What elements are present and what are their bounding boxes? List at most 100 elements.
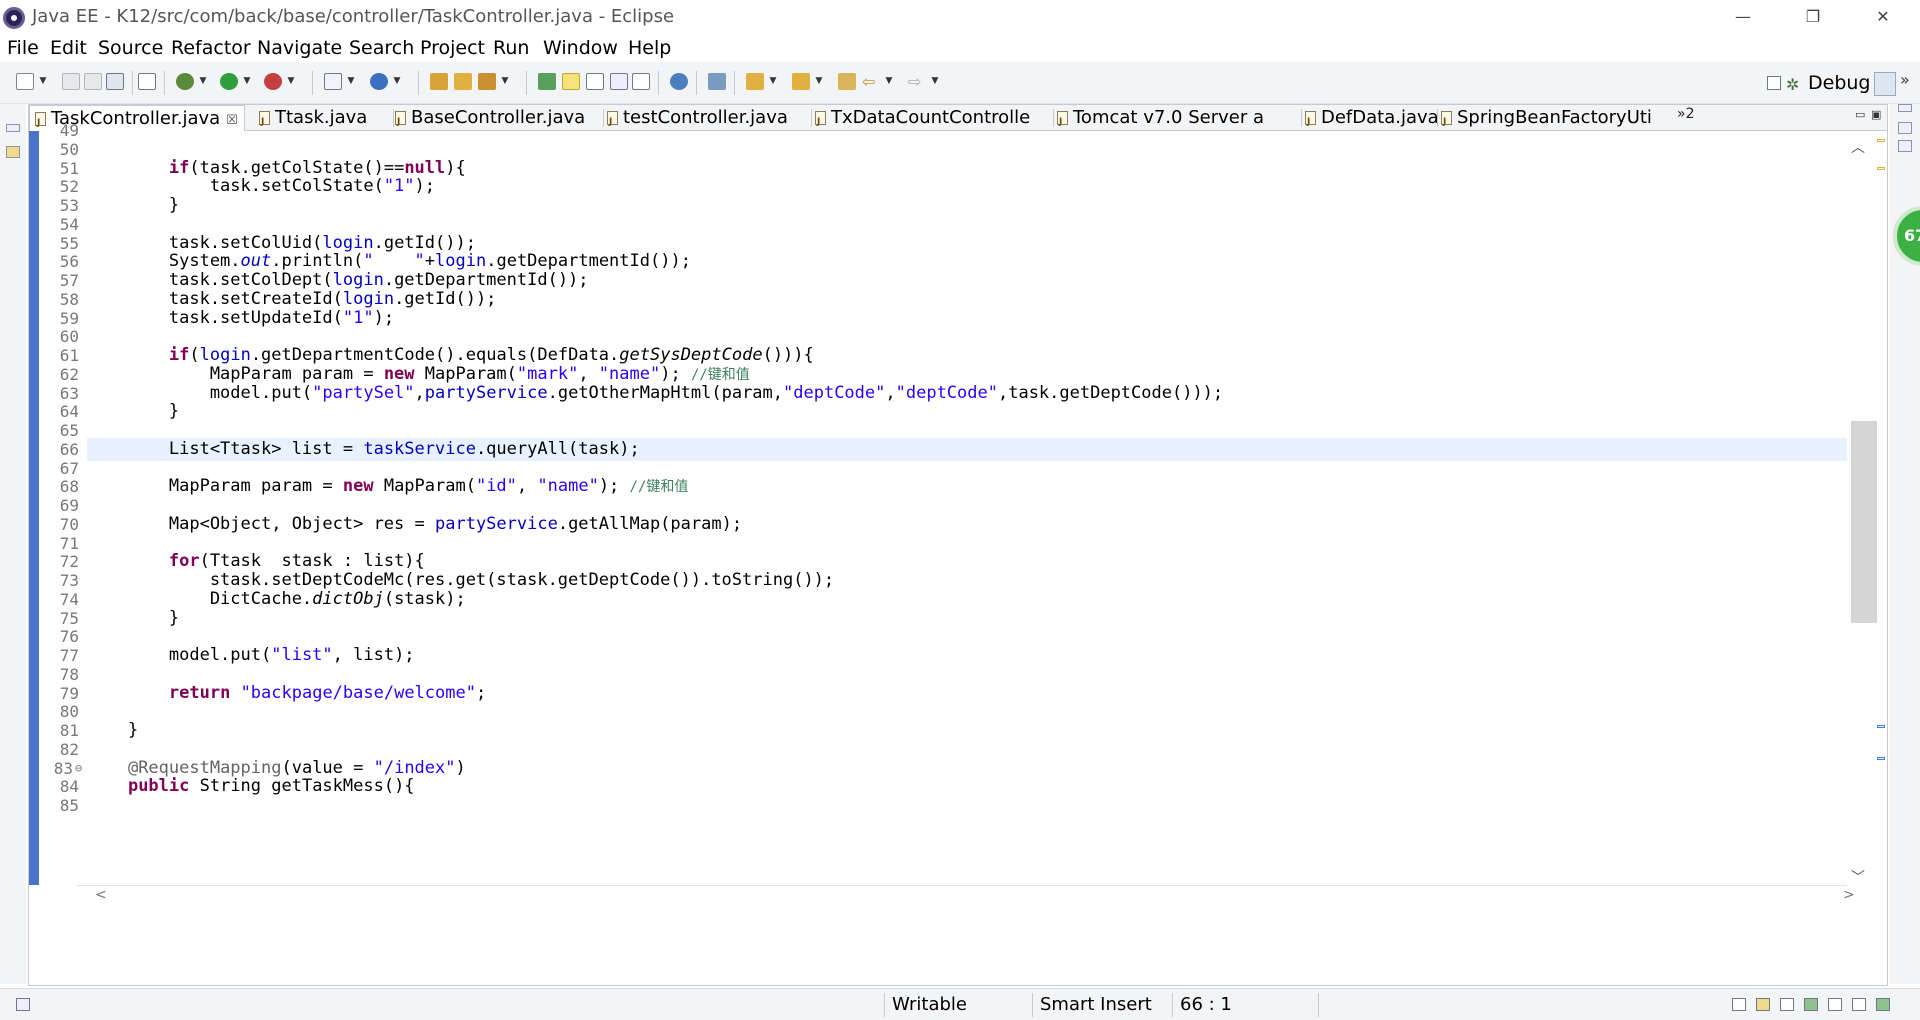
- restore-view-icon[interactable]: [1898, 104, 1912, 112]
- restore-view-icon[interactable]: [6, 124, 20, 132]
- java-ee-perspective-button[interactable]: [1874, 72, 1896, 96]
- globe-icon[interactable]: [670, 73, 688, 90]
- snippets-icon[interactable]: [1876, 998, 1890, 1011]
- close-button[interactable]: ✕: [1852, 0, 1914, 34]
- chevron-down-icon[interactable]: ▼: [930, 74, 940, 88]
- chevron-down-icon[interactable]: ▼: [884, 74, 894, 88]
- scroll-right-icon[interactable]: >: [1843, 887, 1855, 903]
- pilcrow-icon[interactable]: [632, 73, 650, 90]
- chevron-down-icon[interactable]: ▼: [392, 74, 402, 88]
- menu-run[interactable]: Run: [493, 37, 529, 59]
- overview-marker[interactable]: [1877, 725, 1885, 728]
- external-tools-icon[interactable]: [264, 73, 282, 90]
- minimize-button[interactable]: —: [1712, 0, 1774, 34]
- mark-occurrences-icon[interactable]: [562, 73, 580, 90]
- code-line[interactable]: [87, 794, 1885, 817]
- terminal-icon[interactable]: [138, 73, 156, 90]
- tab-springbeanfactoryutil[interactable]: SpringBeanFactoryUti: [1441, 105, 1667, 131]
- window-title: Java EE - K12/src/com/back/base/controll…: [32, 6, 675, 27]
- previous-annotation-icon[interactable]: [792, 73, 810, 90]
- menu-file[interactable]: File: [7, 37, 39, 59]
- toggle-breadcrumb-icon[interactable]: [538, 73, 556, 90]
- markers-icon[interactable]: [1804, 998, 1818, 1011]
- restore-button[interactable]: ❐: [1782, 0, 1844, 34]
- chevron-down-icon[interactable]: ▼: [346, 74, 356, 88]
- scroll-down-icon[interactable]: ﹀: [1851, 867, 1865, 887]
- outline-icon[interactable]: [1898, 122, 1912, 134]
- menu-source[interactable]: Source: [98, 37, 163, 59]
- scroll-up-icon[interactable]: ︿: [1851, 137, 1865, 157]
- open-resource-icon[interactable]: [454, 73, 472, 90]
- tab-tomcat-server[interactable]: Tomcat v7.0 Server a: [1057, 105, 1297, 131]
- new-server-icon[interactable]: [324, 73, 342, 90]
- publish-icon[interactable]: [708, 73, 726, 90]
- status-divider: [1318, 993, 1319, 1017]
- code-area[interactable]: if(task.getColState()==null){ task.setCo…: [87, 131, 1885, 885]
- toolbar-divider: [696, 71, 697, 95]
- close-icon[interactable]: ☒: [226, 113, 238, 128]
- overview-marker[interactable]: [1877, 139, 1885, 142]
- console-icon[interactable]: [1756, 998, 1770, 1011]
- chevron-down-icon[interactable]: ▼: [768, 74, 778, 88]
- tab-ttask-java[interactable]: Ttask.java: [259, 105, 389, 131]
- menu-bar: File Edit Source Refactor Navigate Searc…: [0, 34, 1920, 62]
- chevron-down-icon[interactable]: ▼: [500, 74, 510, 88]
- maximize-editor-icon[interactable]: ▣: [1871, 108, 1881, 121]
- restore-view-icon[interactable]: [1732, 998, 1746, 1011]
- show-whitespace-icon[interactable]: [610, 73, 628, 90]
- tab-txdatacountcontroller[interactable]: TxDataCountControlle: [815, 105, 1051, 131]
- fast-view-icon[interactable]: [16, 998, 30, 1011]
- last-edit-icon[interactable]: [838, 73, 856, 90]
- properties-icon[interactable]: [1828, 998, 1842, 1011]
- save-all-icon[interactable]: [84, 73, 102, 90]
- package-explorer-icon[interactable]: [6, 146, 20, 158]
- forward-icon[interactable]: ⇨: [908, 73, 926, 90]
- chevron-down-icon[interactable]: ▼: [814, 74, 824, 88]
- debug-perspective-button[interactable]: Debug: [1808, 72, 1870, 96]
- tab-label: TxDataCountControlle: [831, 107, 1031, 128]
- java-file-icon: [815, 109, 826, 131]
- scroll-left-icon[interactable]: <: [95, 887, 107, 903]
- open-perspective-icon[interactable]: [1767, 76, 1781, 90]
- new-class-icon[interactable]: [370, 73, 388, 90]
- search-icon[interactable]: [478, 73, 496, 90]
- chevron-down-icon[interactable]: ▼: [286, 74, 296, 88]
- more-perspectives-icon[interactable]: »: [1900, 70, 1910, 89]
- menu-refactor[interactable]: Refactor: [171, 37, 251, 59]
- open-type-icon[interactable]: [430, 73, 448, 90]
- run-icon[interactable]: [220, 73, 238, 90]
- chevron-down-icon[interactable]: ▼: [198, 74, 208, 88]
- menu-window[interactable]: Window: [543, 37, 618, 59]
- overview-marker[interactable]: [1877, 757, 1885, 760]
- tab-divider: [1053, 109, 1054, 127]
- overview-marker[interactable]: [1877, 167, 1885, 170]
- chevron-down-icon[interactable]: ▼: [38, 74, 48, 88]
- status-bar: Writable Smart Insert 66 : 1: [0, 988, 1920, 1020]
- tab-overflow-button[interactable]: »2: [1677, 106, 1694, 122]
- chevron-down-icon[interactable]: ▼: [242, 74, 252, 88]
- data-source-icon[interactable]: [1852, 998, 1866, 1011]
- save-icon[interactable]: [62, 73, 80, 90]
- debug-icon[interactable]: [176, 73, 194, 90]
- tab-divider: [1437, 109, 1438, 127]
- menu-project[interactable]: Project: [420, 37, 485, 59]
- tab-label: Tomcat v7.0 Server a: [1073, 107, 1264, 128]
- print-icon[interactable]: [106, 73, 124, 90]
- toolbar-divider: [418, 71, 419, 95]
- menu-search[interactable]: Search: [349, 37, 414, 59]
- tab-testcontroller-java[interactable]: testController.java: [607, 105, 819, 131]
- back-icon[interactable]: ⇦: [862, 73, 880, 90]
- block-selection-icon[interactable]: [586, 73, 604, 90]
- next-annotation-icon[interactable]: [746, 73, 764, 90]
- menu-navigate[interactable]: Navigate: [257, 37, 342, 59]
- minimize-editor-icon[interactable]: ▭: [1855, 108, 1865, 121]
- servers-icon[interactable]: [1780, 998, 1794, 1011]
- tab-basecontroller-java[interactable]: BaseController.java: [395, 105, 627, 131]
- menu-edit[interactable]: Edit: [50, 37, 87, 59]
- scrollbar-thumb[interactable]: [1851, 421, 1877, 623]
- new-icon[interactable]: [16, 73, 34, 90]
- menu-help[interactable]: Help: [628, 37, 671, 59]
- horizontal-scrollbar[interactable]: < >: [77, 885, 1855, 907]
- vertical-scrollbar[interactable]: ︿ ﹀: [1847, 131, 1887, 887]
- task-list-icon[interactable]: [1898, 140, 1912, 152]
